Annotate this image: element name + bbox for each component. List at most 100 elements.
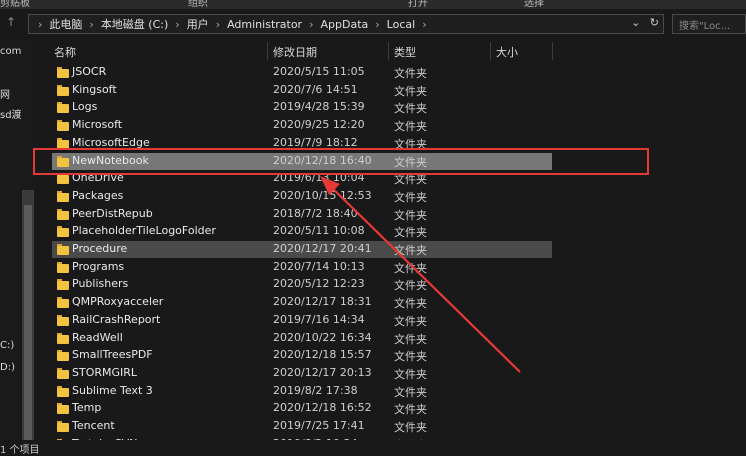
refresh-icon[interactable]: ↻ — [650, 16, 659, 29]
nav-item[interactable]: com — [0, 46, 21, 57]
column-divider[interactable] — [388, 42, 389, 60]
folder-icon — [57, 385, 69, 397]
ribbon-open-label: 打开 — [408, 0, 428, 9]
file-row[interactable]: NewNotebook 2020/12/18 16:40 文件夹 — [52, 152, 552, 170]
file-row[interactable]: Sublime Text 3 2019/8/2 17:38 文件夹 — [52, 383, 552, 400]
file-type: 文件夹 — [394, 244, 427, 257]
chevron-right-icon[interactable]: › — [89, 18, 93, 31]
file-row[interactable]: QMPRoxyacceler 2020/12/17 18:31 文件夹 — [52, 294, 552, 311]
crumb-administrator[interactable]: Administrator — [227, 18, 302, 31]
file-name: Logs — [72, 100, 98, 114]
folder-icon — [57, 332, 69, 344]
nav-item-drive-d[interactable]: D:) — [0, 362, 15, 373]
nav-item[interactable]: 网 — [0, 86, 10, 101]
folder-icon — [57, 155, 69, 167]
file-name: STORMGIRL — [72, 365, 138, 379]
file-row[interactable]: Tencent 2019/7/25 17:41 文件夹 — [52, 418, 552, 435]
chevron-right-icon[interactable]: › — [216, 18, 220, 31]
folder-icon — [57, 403, 69, 415]
crumb-local[interactable]: Local — [387, 18, 416, 31]
column-header-name[interactable]: 名称 — [54, 44, 76, 60]
chevron-right-icon[interactable]: › — [422, 18, 426, 31]
file-row[interactable]: Kingsoft 2020/7/6 14:51 文件夹 — [52, 82, 552, 99]
crumb-drive-c[interactable]: 本地磁盘 (C:) — [101, 18, 168, 31]
file-type: 文件夹 — [394, 261, 427, 275]
chevron-right-icon[interactable]: › — [309, 18, 313, 31]
column-divider[interactable] — [552, 42, 553, 60]
file-type: 文件夹 — [394, 385, 427, 399]
file-type: 文件夹 — [394, 367, 427, 381]
file-row[interactable]: PeerDistRepub 2018/7/2 18:40 文件夹 — [52, 206, 552, 223]
search-input[interactable]: 搜索"Loc... — [672, 14, 746, 34]
file-row[interactable]: MicrosoftEdge 2019/7/9 18:12 文件夹 — [52, 135, 552, 152]
nav-item[interactable]: sd渡 — [0, 106, 22, 121]
file-name: NewNotebook — [72, 153, 149, 167]
column-header-type[interactable]: 类型 — [394, 44, 416, 60]
folder-icon — [57, 314, 69, 326]
file-name: Procedure — [72, 242, 128, 255]
file-date: 2019/7/9 18:12 — [273, 135, 358, 149]
file-name: RailCrashReport — [72, 312, 161, 326]
crumb-appdata[interactable]: AppData — [321, 18, 369, 31]
file-row[interactable]: PlaceholderTileLogoFolder 2020/5/11 10:08… — [52, 223, 552, 240]
file-type: 文件夹 — [394, 314, 427, 328]
file-date: 2020/12/18 16:52 — [273, 401, 372, 415]
chevron-right-icon[interactable]: › — [175, 18, 179, 31]
crumb-users[interactable]: 用户 — [187, 18, 209, 31]
ribbon-clipboard-label: 剪贴板 — [0, 0, 30, 9]
file-row[interactable]: Publishers 2020/5/12 12:23 文件夹 — [52, 276, 552, 293]
column-divider[interactable] — [267, 42, 268, 60]
file-row[interactable]: Programs 2020/7/14 10:13 文件夹 — [52, 259, 552, 276]
file-row[interactable]: STORMGIRL 2020/12/17 20:13 文件夹 — [52, 365, 552, 382]
file-row[interactable]: RailCrashReport 2019/7/16 14:34 文件夹 — [52, 312, 552, 329]
ribbon-organize-label: 组织 — [188, 0, 208, 9]
ribbon-strip: 剪贴板 组织 打开 选择 — [0, 0, 746, 9]
address-bar[interactable]: › 此电脑 › 本地磁盘 (C:) › 用户 › Administrator › AppData ›… — [28, 14, 664, 34]
file-date: 2019/4/28 15:39 — [273, 100, 365, 114]
search-placeholder: 搜索"Loc... — [679, 21, 731, 32]
chevron-right-icon[interactable]: › — [375, 18, 379, 31]
file-row[interactable]: Packages 2020/10/15 12:53 文件夹 — [52, 188, 552, 205]
file-type: 文件夹 — [394, 84, 427, 98]
folder-icon — [57, 102, 69, 114]
chevron-down-icon[interactable]: ⌄ — [631, 16, 640, 29]
column-header-size[interactable]: 大小 — [496, 44, 518, 60]
file-row[interactable]: ReadWell 2020/10/22 16:34 文件夹 — [52, 330, 552, 347]
folder-icon — [57, 226, 69, 238]
chevron-right-icon[interactable]: › — [38, 18, 42, 31]
ribbon-select-label: 选择 — [524, 0, 544, 9]
file-date: 2020/12/18 15:57 — [273, 348, 372, 362]
folder-icon — [57, 261, 69, 273]
address-controls: ⌄ ↻ — [631, 16, 659, 29]
file-row[interactable]: Logs 2019/4/28 15:39 文件夹 — [52, 99, 552, 116]
nav-scrollbar-thumb[interactable] — [24, 205, 32, 440]
file-row[interactable]: OneDrive 2019/6/13 10:04 文件夹 — [52, 170, 552, 187]
folder-icon — [57, 297, 69, 309]
file-name: QMPRoxyacceler — [72, 295, 164, 309]
file-type: 文件夹 — [394, 120, 427, 134]
file-name: SmallTreesPDF — [72, 348, 153, 362]
file-date: 2018/7/2 18:40 — [273, 206, 358, 220]
file-date: 2020/10/22 16:34 — [273, 330, 372, 344]
column-divider[interactable] — [490, 42, 491, 60]
nav-item-drive-c[interactable]: C:) — [0, 340, 14, 351]
file-name: Microsoft — [72, 118, 123, 132]
crumb-this-pc[interactable]: 此电脑 — [49, 18, 82, 31]
column-header-date[interactable]: 修改日期 — [273, 44, 317, 60]
file-name: Temp — [72, 401, 102, 415]
folder-icon — [57, 190, 69, 202]
file-row[interactable]: Temp 2020/12/18 16:52 文件夹 — [52, 400, 552, 417]
file-row[interactable]: Procedure 2020/12/17 20:41 文件夹 — [52, 241, 552, 258]
file-date: 2019/7/25 17:41 — [273, 419, 365, 432]
file-name: Sublime Text 3 — [72, 383, 153, 397]
up-arrow-icon[interactable]: ↑ — [6, 15, 16, 29]
file-name: PeerDistRepub — [72, 206, 153, 220]
file-name: JSOCR — [72, 65, 107, 78]
file-date: 2020/7/14 10:13 — [273, 259, 365, 273]
file-row[interactable]: Microsoft 2020/9/25 12:20 文件夹 — [52, 117, 552, 134]
file-row[interactable]: SmallTreesPDF 2020/12/18 15:57 文件夹 — [52, 347, 552, 364]
file-date: 2019/7/16 14:34 — [273, 312, 365, 326]
file-row[interactable]: JSOCR 2020/5/15 11:05 文件夹 — [52, 64, 552, 81]
file-type: 文件夹 — [394, 421, 427, 434]
file-date: 2020/9/25 12:20 — [273, 118, 365, 132]
